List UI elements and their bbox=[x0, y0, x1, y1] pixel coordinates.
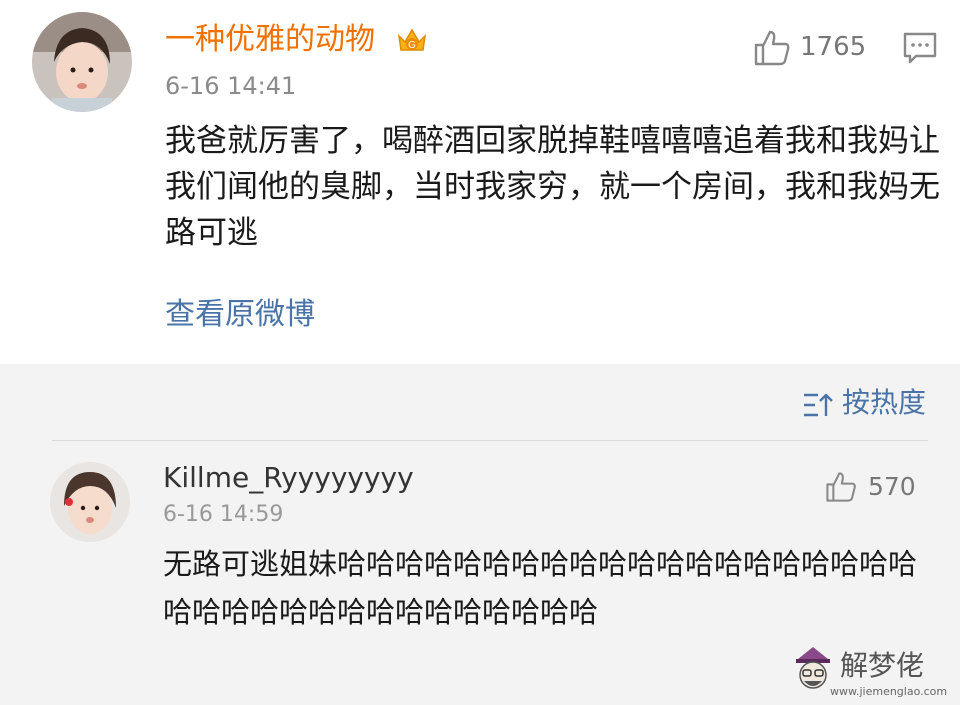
watermark-url: www.jiemenglao.com bbox=[830, 685, 948, 698]
post-author-avatar[interactable] bbox=[32, 12, 132, 112]
vip-crown-icon: G bbox=[395, 24, 429, 58]
watermark-text: 解梦佬 bbox=[840, 649, 925, 682]
comment-text: 无路可逃姐妹哈哈哈哈哈哈哈哈哈哈哈哈哈哈哈哈哈哈哈哈哈哈哈哈哈哈哈哈哈哈哈哈哈哈… bbox=[163, 547, 918, 629]
post-like-count: 1765 bbox=[800, 32, 867, 62]
sort-icon[interactable] bbox=[802, 392, 834, 418]
comment-like-count: 570 bbox=[868, 472, 916, 501]
comment-icon[interactable] bbox=[902, 30, 938, 66]
watermark: 解梦佬 www.jiemenglao.com bbox=[790, 643, 950, 703]
post-text: 我爸就厉害了，喝醉酒回家脱掉鞋嘻嘻嘻追着我和我妈让我们闻他的臭脚，当时我家穷，就… bbox=[165, 123, 940, 251]
comment-author-name[interactable]: Killme_Ryyyyyyyy bbox=[163, 460, 414, 496]
comment-like-icon[interactable] bbox=[824, 470, 858, 504]
sort-by-hot-button[interactable]: 按热度 bbox=[842, 384, 926, 422]
main-post: 一种优雅的动物 G 6-16 14:41 1765 我爸就厉害了，喝醉酒回家脱掉… bbox=[0, 0, 960, 364]
svg-text:G: G bbox=[408, 40, 416, 51]
comment-author-avatar[interactable] bbox=[50, 462, 130, 542]
divider bbox=[52, 440, 928, 441]
post-author-name[interactable]: 一种优雅的动物 bbox=[165, 20, 375, 60]
post-timestamp: 6-16 14:41 bbox=[165, 72, 297, 100]
post-like-icon[interactable] bbox=[752, 28, 792, 68]
view-original-link[interactable]: 查看原微博 bbox=[165, 295, 315, 335]
comment-timestamp: 6-16 14:59 bbox=[163, 502, 284, 527]
